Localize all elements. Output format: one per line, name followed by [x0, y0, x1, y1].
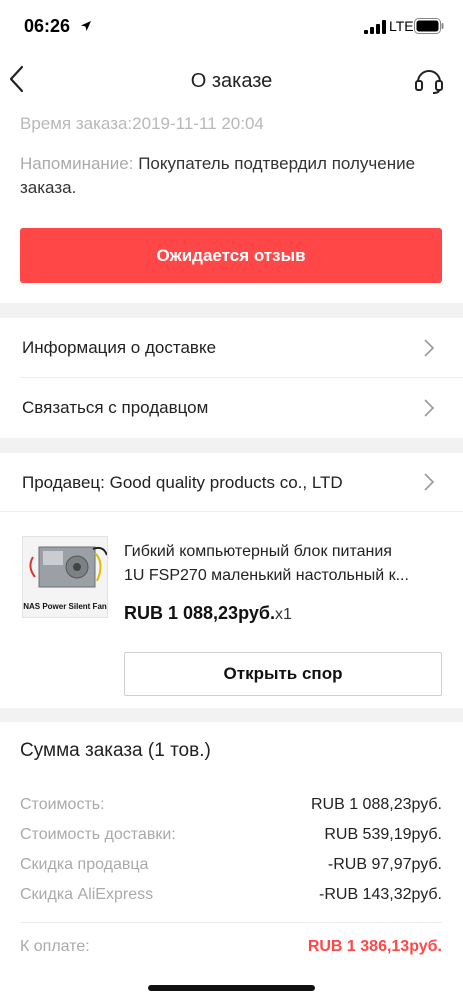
chevron-right-icon	[424, 473, 435, 491]
delivery-info-row[interactable]: Информация о доставке	[0, 318, 463, 378]
summary-value: -RUB 97,97руб.	[327, 856, 442, 873]
product-price-value: RUB 1 088,23руб.	[124, 603, 275, 623]
summary-line: Скидка AliExpress -RUB 143,32руб.	[20, 886, 442, 910]
delivery-info-label: Информация о доставке	[22, 338, 217, 357]
section-gap	[0, 708, 463, 722]
nav-bar: О заказе	[0, 52, 463, 108]
product-quantity: x1	[274, 606, 292, 623]
summary-value: RUB 1 088,23руб.	[310, 796, 442, 813]
summary-value: RUB 539,19руб.	[324, 826, 442, 843]
product-title-line: 1U FSP270 маленький настольный к...	[124, 567, 409, 584]
open-dispute-button[interactable]: Открыть спор	[124, 652, 442, 696]
total-value: RUB 1 386,13руб.	[307, 938, 442, 955]
chevron-right-icon	[424, 399, 435, 417]
summary-label: Скидка продавца	[20, 856, 149, 873]
awaiting-review-button[interactable]: Ожидается отзыв	[20, 228, 442, 283]
summary-line: Стоимость: RUB 1 088,23руб.	[20, 796, 442, 820]
summary-line: Стоимость доставки: RUB 539,19руб.	[20, 826, 442, 850]
summary-label: Стоимость доставки:	[20, 826, 176, 843]
section-gap	[0, 438, 463, 453]
status-time: 06:26	[24, 16, 71, 36]
status-bar: 06:26 LTE	[0, 0, 463, 52]
chevron-right-icon	[424, 339, 435, 357]
location-arrow-icon	[81, 21, 91, 31]
home-indicator[interactable]	[148, 985, 315, 991]
order-reminder: Напоминание: Покупатель подтвердил получ…	[20, 152, 440, 200]
product-price: RUB 1 088,23руб.x1	[124, 603, 292, 624]
battery-icon	[414, 18, 444, 34]
product-title-line: Гибкий компьютерный блок питания	[124, 543, 392, 560]
reminder-label: Напоминание:	[20, 154, 134, 173]
product-title[interactable]: Гибкий компьютерный блок питания 1U FSP2…	[124, 540, 444, 588]
summary-line: Скидка продавца -RUB 97,97руб.	[20, 856, 442, 880]
seller-name[interactable]: Продавец: Good quality products co., LTD	[22, 473, 343, 493]
signal-icon	[364, 20, 386, 34]
row-divider	[0, 511, 463, 512]
order-time: Время заказа:2019-11-11 20:04	[20, 114, 264, 133]
total-label: К оплате:	[20, 938, 90, 955]
summary-divider	[20, 922, 442, 923]
contact-seller-label: Связаться с продавцом	[22, 398, 209, 417]
product-image-caption: NAS Power Silent Fan	[23, 602, 107, 611]
order-summary-title: Сумма заказа (1 тов.)	[20, 740, 211, 761]
contact-seller-row[interactable]: Связаться с продавцом	[0, 378, 463, 438]
summary-label: Скидка AliExpress	[20, 886, 154, 903]
summary-label: Стоимость:	[20, 796, 105, 813]
page-title: О заказе	[190, 70, 273, 92]
summary-total-line: К оплате: RUB 1 386,13руб.	[20, 938, 442, 962]
product-image[interactable]: NAS Power Silent Fan	[22, 536, 108, 618]
network-type: LTE	[389, 18, 414, 34]
section-gap	[0, 303, 463, 318]
headset-support-icon[interactable]	[414, 67, 444, 95]
summary-value: -RUB 143,32руб.	[319, 886, 442, 903]
